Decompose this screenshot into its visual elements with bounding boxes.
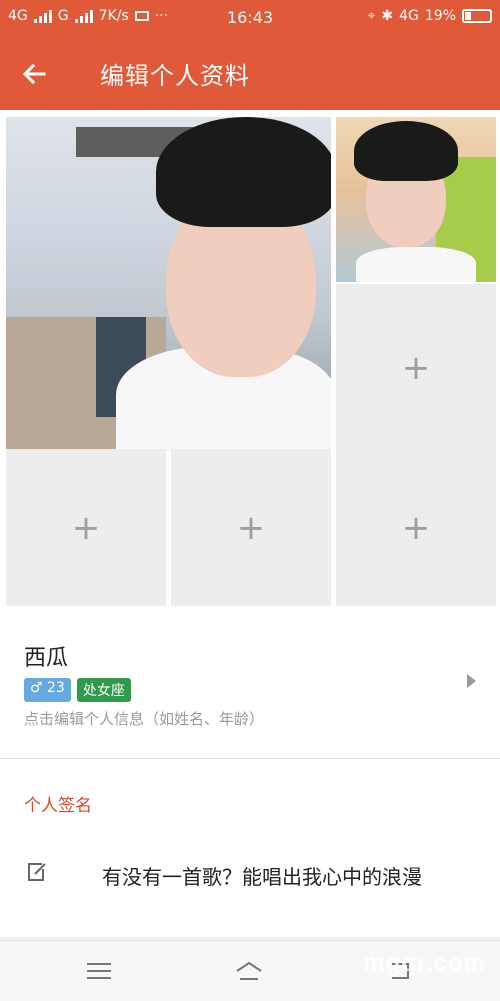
plus-icon: + xyxy=(401,347,431,388)
hair-small xyxy=(354,121,458,181)
bluetooth-icon: ✱ xyxy=(381,8,394,24)
battery-percent: 19% xyxy=(424,8,456,24)
network-type-right: 4G xyxy=(399,8,419,24)
edit-icon xyxy=(28,863,46,881)
page-title: 编辑个人资料 xyxy=(100,62,250,90)
add-photo-slot-4[interactable]: + xyxy=(336,449,496,606)
status-bar: 4G G 7K/s ··· 16:43 ⌖ ✱ 4G 19% xyxy=(0,0,500,36)
shirt-small xyxy=(356,247,476,282)
profile-info-row[interactable]: 西瓜 ♂ 23 处女座 点击编辑个人信息（如姓名、年龄） xyxy=(0,610,500,758)
add-photo-slot-3[interactable]: + xyxy=(171,449,331,606)
add-photo-slot-2[interactable]: + xyxy=(6,449,166,606)
back-button[interactable] xyxy=(20,54,60,94)
hair xyxy=(156,117,331,227)
profile-name: 西瓜 xyxy=(24,646,69,671)
plus-icon: + xyxy=(401,507,431,548)
plus-icon: + xyxy=(71,507,101,548)
chevron-right-icon xyxy=(467,674,476,688)
zodiac-badge: 处女座 xyxy=(76,678,131,702)
profile-photo-main[interactable] xyxy=(6,117,331,451)
menu-icon[interactable] xyxy=(84,959,114,983)
age-gender-badge: ♂ 23 xyxy=(24,678,71,702)
photo-grid: + + + + xyxy=(0,110,500,610)
edit-info-hint: 点击编辑个人信息（如姓名、年龄） xyxy=(24,710,265,728)
profile-photo-2[interactable] xyxy=(336,117,496,282)
home-icon[interactable] xyxy=(234,959,264,983)
add-photo-slot-1[interactable]: + xyxy=(336,284,496,451)
watermark: mgqr.com xyxy=(363,950,486,977)
signature-section: 个人签名 有没有一首歌？能唱出我心中的浪漫 xyxy=(0,759,500,937)
signature-row[interactable]: 有没有一首歌？能唱出我心中的浪漫 xyxy=(0,849,500,905)
plus-icon: + xyxy=(236,507,266,548)
signature-label: 个人签名 xyxy=(24,796,92,816)
location-icon: ⌖ xyxy=(367,8,376,24)
profile-tags: ♂ 23 处女座 xyxy=(24,678,131,702)
status-right: ⌖ ✱ 4G 19% xyxy=(367,8,492,24)
signature-text: 有没有一首歌？能唱出我心中的浪漫 xyxy=(102,865,422,889)
arrow-left-icon xyxy=(22,63,46,85)
battery-icon xyxy=(462,9,492,23)
app-bar: 编辑个人资料 xyxy=(0,36,500,110)
